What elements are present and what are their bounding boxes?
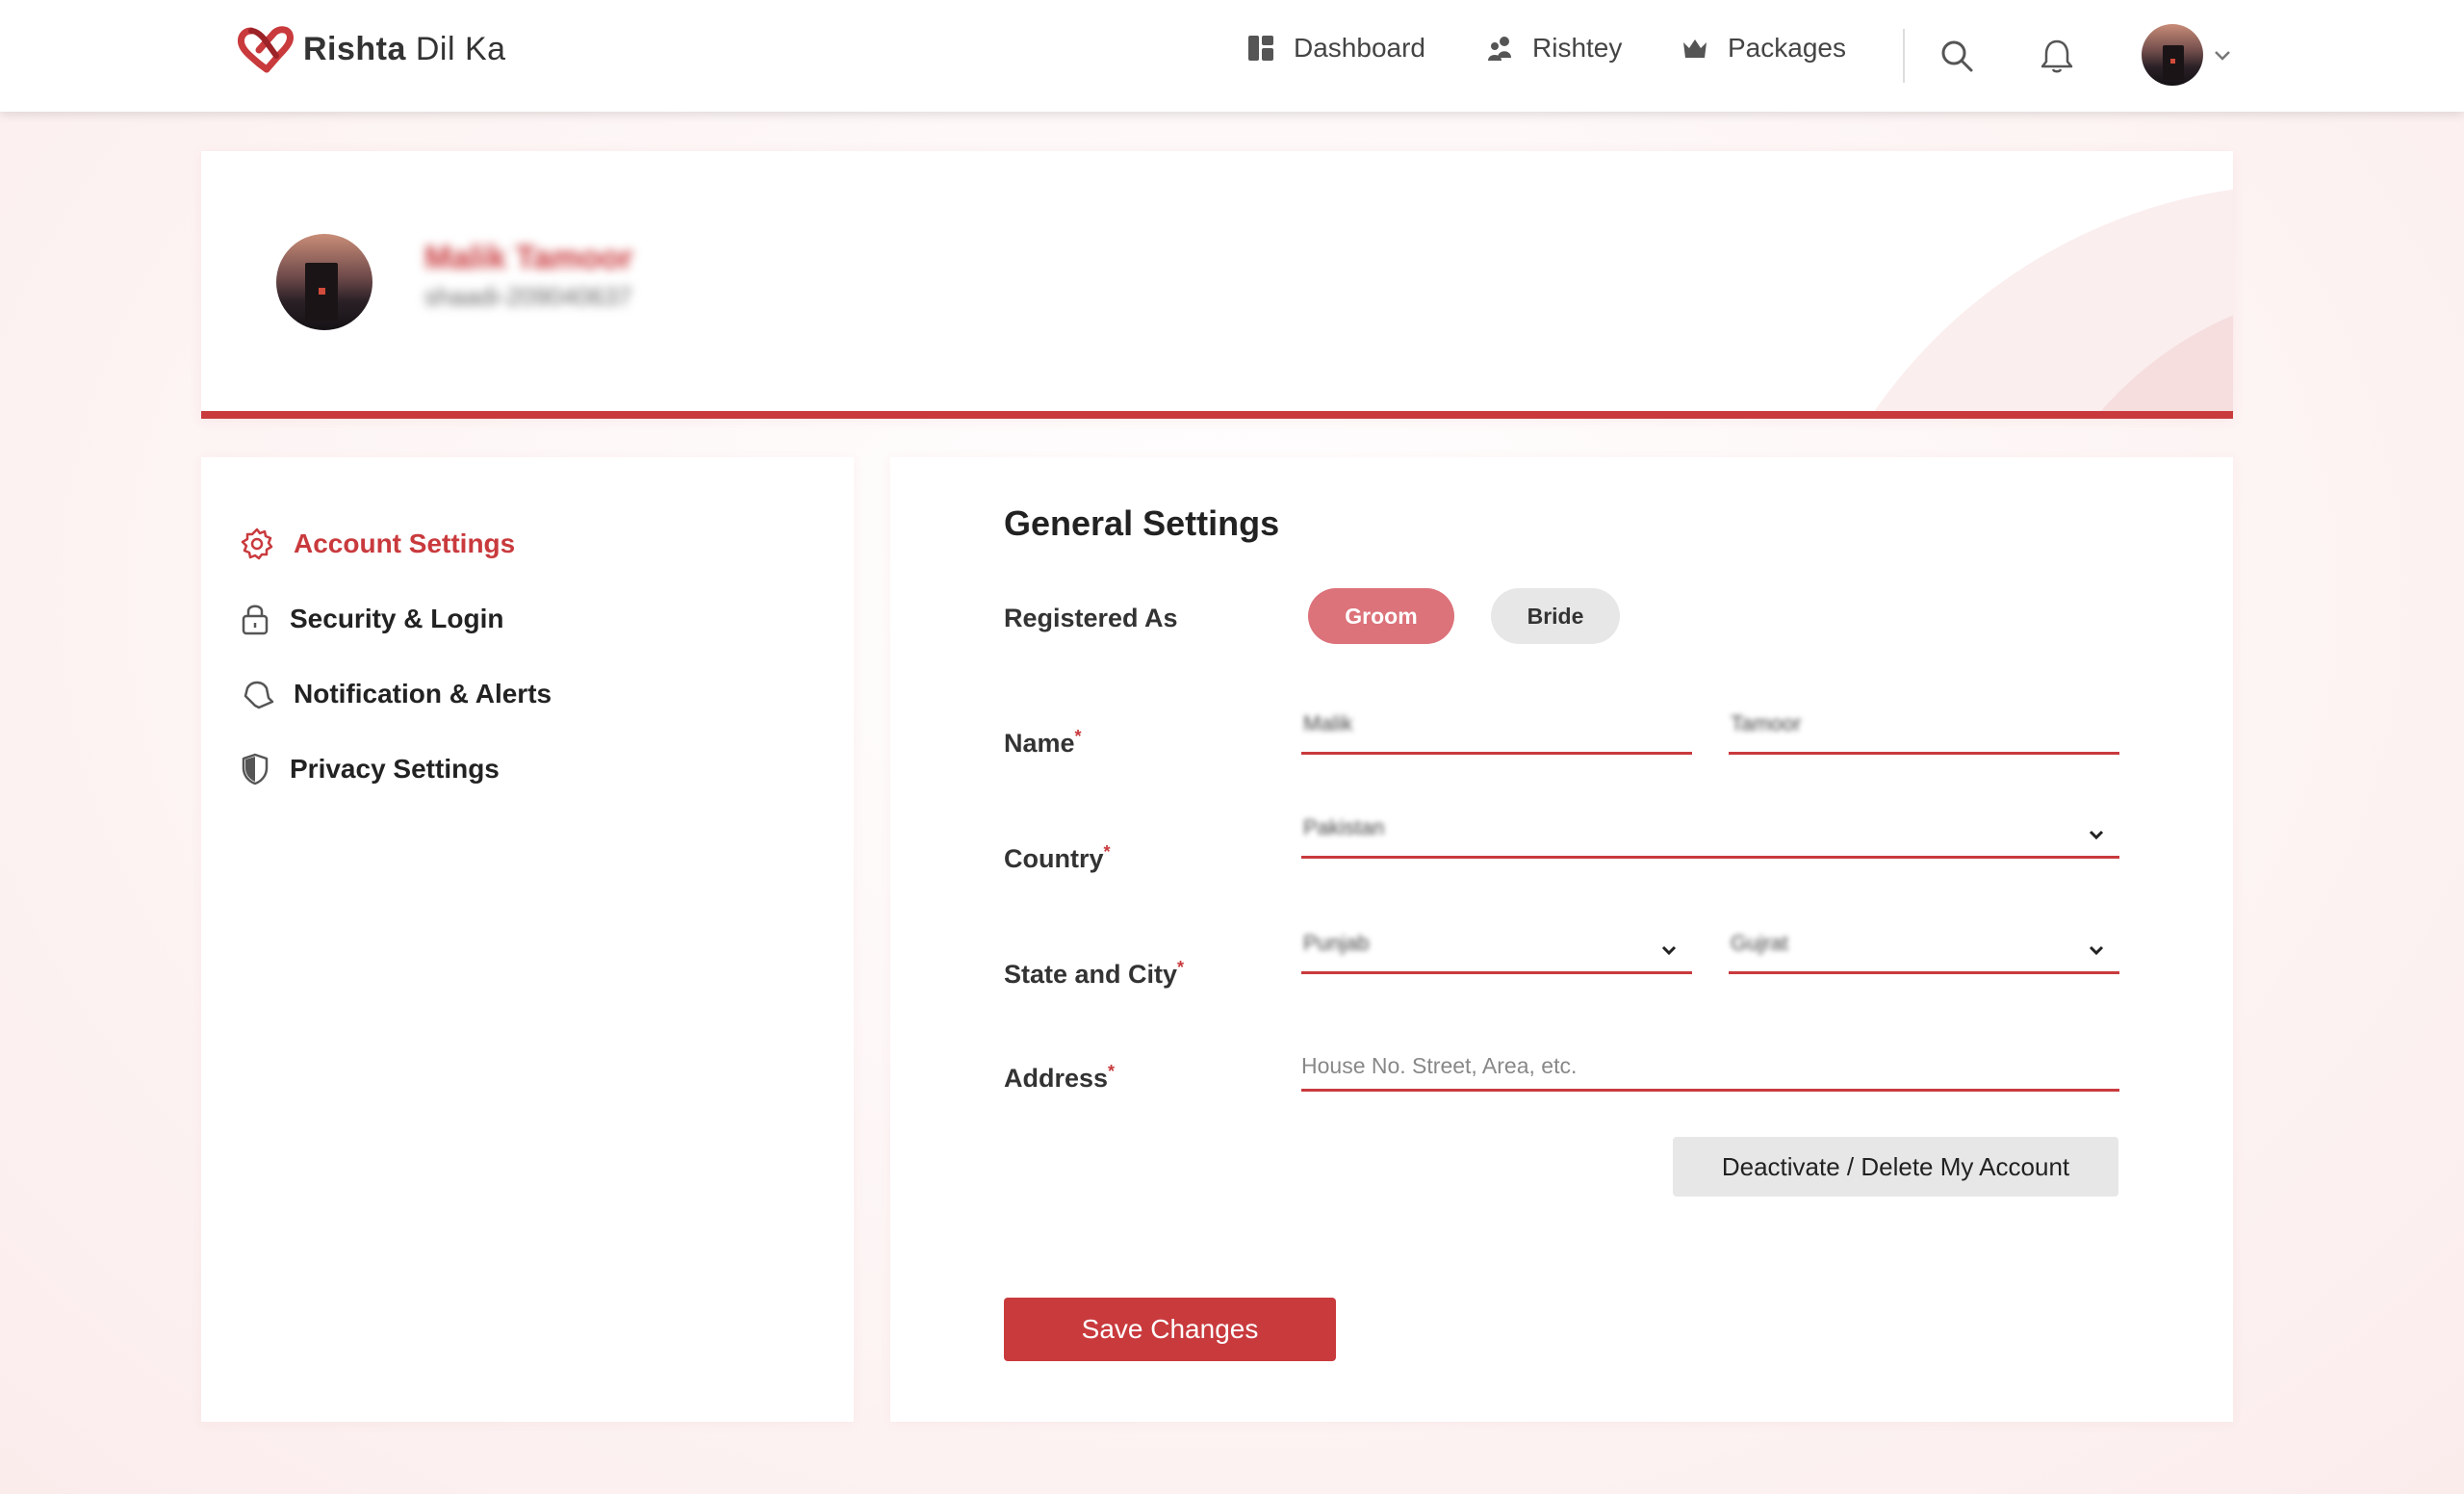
last-name-field[interactable]: Tamoor bbox=[1729, 709, 2119, 755]
sidebar-item-privacy-settings[interactable]: Privacy Settings bbox=[240, 752, 500, 786]
top-navbar: Rishta Dil Ka Dashboard Rishtey Packages bbox=[0, 0, 2464, 112]
nav-dashboard[interactable]: Dashboard bbox=[1247, 33, 1425, 64]
state-select[interactable]: Punjab bbox=[1301, 929, 1692, 974]
city-value: Gujrat bbox=[1731, 931, 1788, 955]
search-icon[interactable] bbox=[1938, 37, 1976, 75]
gear-icon bbox=[241, 528, 273, 560]
chevron-down-icon bbox=[1661, 945, 1677, 956]
state-city-label: State and City* bbox=[1004, 958, 1185, 989]
chevron-down-icon bbox=[2089, 830, 2104, 840]
section-title: General Settings bbox=[1004, 503, 1280, 543]
shield-icon bbox=[242, 753, 269, 786]
brand-logo[interactable]: Rishta Dil Ka bbox=[238, 25, 506, 73]
nav-packages[interactable]: Packages bbox=[1681, 33, 1846, 64]
save-changes-button[interactable]: Save Changes bbox=[1004, 1298, 1336, 1361]
state-value: Punjab bbox=[1303, 931, 1370, 955]
city-select[interactable]: Gujrat bbox=[1729, 929, 2119, 974]
sidebar-item-notification-alerts[interactable]: Notification & Alerts bbox=[240, 677, 552, 711]
chevron-down-icon bbox=[2089, 945, 2104, 956]
first-name-value: Malik bbox=[1303, 711, 1353, 735]
first-name-field[interactable]: Malik bbox=[1301, 709, 1692, 755]
nav-rishtey-label: Rishtey bbox=[1532, 33, 1623, 63]
sidebar-item-label: Privacy Settings bbox=[290, 754, 500, 784]
nav-dashboard-label: Dashboard bbox=[1294, 33, 1425, 63]
last-name-value: Tamoor bbox=[1731, 711, 1802, 735]
nav-packages-label: Packages bbox=[1728, 33, 1846, 63]
profile-name: Malik Tamoor bbox=[424, 240, 633, 276]
profile-avatar bbox=[276, 234, 372, 330]
heart-logo-icon bbox=[238, 26, 294, 73]
brand-name: Rishta Dil Ka bbox=[303, 30, 506, 67]
people-icon bbox=[1488, 37, 1511, 61]
country-value: Pakistan bbox=[1303, 815, 1385, 839]
sidebar-item-label: Security & Login bbox=[290, 604, 504, 633]
lock-icon bbox=[242, 605, 269, 635]
chevron-down-icon[interactable] bbox=[2212, 44, 2233, 65]
bride-toggle-button[interactable]: Bride bbox=[1491, 588, 1620, 644]
sidebar-item-security-login[interactable]: Security & Login bbox=[240, 602, 503, 636]
address-input[interactable] bbox=[1301, 1046, 2119, 1085]
registered-as-label: Registered As bbox=[1004, 604, 1178, 632]
name-label: Name* bbox=[1004, 727, 1082, 758]
bell-icon bbox=[244, 681, 274, 709]
deactivate-account-button[interactable]: Deactivate / Delete My Account bbox=[1673, 1137, 2118, 1197]
user-avatar[interactable] bbox=[2142, 24, 2203, 86]
settings-sidebar: Account Settings Security & Login Notifi… bbox=[201, 457, 854, 1422]
groom-toggle-button[interactable]: Groom bbox=[1308, 588, 1454, 644]
address-label: Address* bbox=[1004, 1062, 1116, 1093]
nav-divider bbox=[1903, 29, 1905, 83]
country-label: Country* bbox=[1004, 842, 1111, 873]
general-settings-panel: General Settings Registered As Groom Bri… bbox=[890, 457, 2233, 1422]
dashboard-icon bbox=[1248, 36, 1273, 61]
country-select[interactable]: Pakistan bbox=[1301, 813, 2119, 859]
sidebar-item-label: Account Settings bbox=[294, 528, 516, 558]
profile-id: shaadi-209040637 bbox=[424, 282, 632, 311]
address-field[interactable] bbox=[1301, 1046, 2119, 1092]
nav-rishtey[interactable]: Rishtey bbox=[1486, 33, 1622, 64]
bell-icon[interactable] bbox=[2038, 37, 2076, 75]
profile-header-card: Malik Tamoor shaadi-209040637 bbox=[201, 151, 2233, 419]
sidebar-item-account-settings[interactable]: Account Settings bbox=[240, 527, 515, 561]
sidebar-item-label: Notification & Alerts bbox=[294, 679, 552, 708]
crown-icon bbox=[1683, 39, 1707, 58]
